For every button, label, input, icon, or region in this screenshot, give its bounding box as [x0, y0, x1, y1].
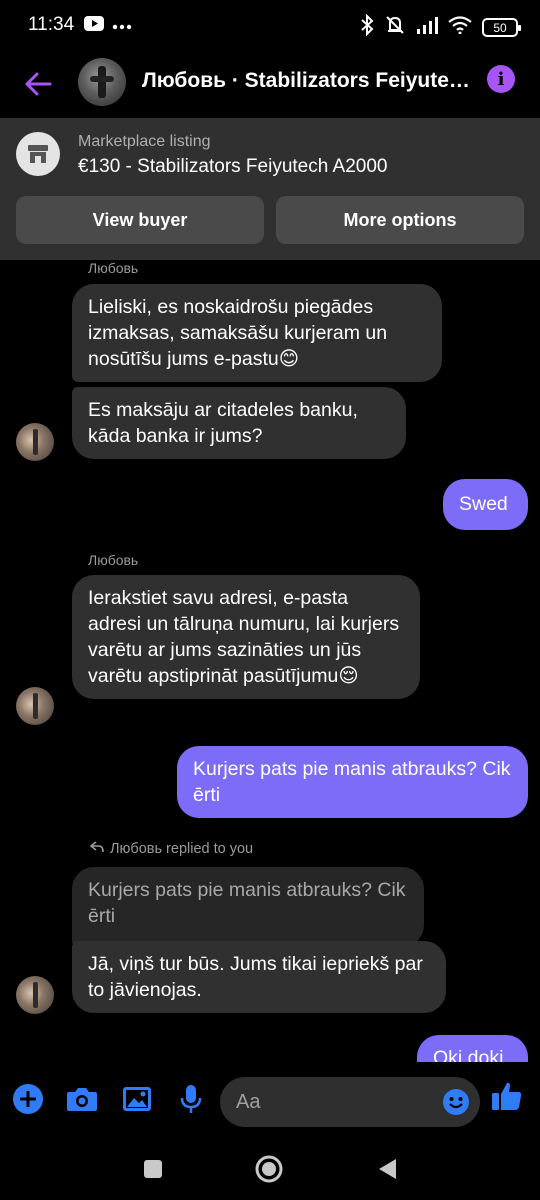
emoji-icon[interactable] — [442, 1088, 470, 1116]
marketplace-listing-panel: Marketplace listing €130 - Stabilizators… — [0, 118, 540, 260]
reply-note-text: Любовь replied to you — [110, 841, 254, 857]
plus-icon[interactable] — [11, 1082, 45, 1116]
signal-icon — [416, 16, 438, 39]
reply-indicator: Любовь replied to you — [89, 841, 254, 857]
contact-avatar-small[interactable] — [16, 423, 54, 461]
contact-avatar-small[interactable] — [16, 976, 54, 1014]
outgoing-message[interactable]: Kurjers pats pie manis atbrauks? Cik ērt… — [177, 746, 528, 818]
mute-icon — [384, 14, 406, 41]
marketplace-store-icon — [16, 132, 60, 176]
bluetooth-icon — [360, 13, 374, 41]
message-thread[interactable]: Любовь Lieliski, es noskaidrošu piegādes… — [0, 260, 540, 1062]
system-navigation-bar — [0, 1140, 540, 1200]
listing-title[interactable]: €130 - Stabilizators Feiyutech A2000 — [78, 156, 387, 178]
reply-arrow-icon — [89, 841, 104, 857]
battery-icon: 50 — [482, 18, 521, 37]
youtube-icon — [84, 16, 104, 36]
conversation-header: Любовь · Stabilizators Feiyutech A2000 i — [0, 52, 540, 116]
camera-icon[interactable] — [65, 1082, 99, 1116]
quoted-message[interactable]: Kurjers pats pie manis atbrauks? Cik ērt… — [72, 867, 424, 947]
listing-subtitle: Marketplace listing — [78, 133, 211, 150]
status-bar: 11:34 50 — [0, 0, 540, 52]
back-icon[interactable] — [370, 1152, 404, 1186]
contact-avatar[interactable] — [78, 58, 126, 106]
info-icon[interactable]: i — [487, 65, 515, 93]
incoming-message[interactable]: Ierakstiet savu adresi, e-pasta adresi u… — [72, 575, 420, 699]
sender-name: Любовь — [88, 552, 139, 568]
wifi-icon — [448, 16, 472, 39]
message-composer — [0, 1062, 540, 1140]
incoming-message[interactable]: Jā, viņš tur būs. Jums tikai iepriekš pa… — [72, 941, 446, 1013]
view-buyer-button[interactable]: View buyer — [16, 196, 264, 244]
message-input[interactable] — [236, 1089, 426, 1115]
incoming-message[interactable]: Es maksāju ar citadeles banku, kāda bank… — [72, 387, 406, 459]
recent-apps-icon[interactable] — [136, 1152, 170, 1186]
outgoing-message[interactable]: Oki doki — [417, 1035, 528, 1062]
contact-avatar-small[interactable] — [16, 687, 54, 725]
status-time: 11:34 — [28, 14, 75, 35]
microphone-icon[interactable] — [174, 1082, 208, 1116]
thumbs-up-icon[interactable] — [490, 1079, 524, 1113]
conversation-title[interactable]: Любовь · Stabilizators Feiyutech A2000 — [142, 69, 470, 93]
back-arrow-icon[interactable] — [20, 66, 56, 102]
home-icon[interactable] — [252, 1152, 286, 1186]
more-notifications-icon — [112, 17, 132, 35]
incoming-message[interactable]: Lieliski, es noskaidrošu piegādes izmaks… — [72, 284, 442, 382]
message-input-field[interactable] — [220, 1077, 480, 1127]
outgoing-message[interactable]: Swed — [443, 479, 528, 530]
sender-name: Любовь — [88, 260, 139, 276]
gallery-icon[interactable] — [120, 1082, 154, 1116]
more-options-button[interactable]: More options — [276, 196, 524, 244]
